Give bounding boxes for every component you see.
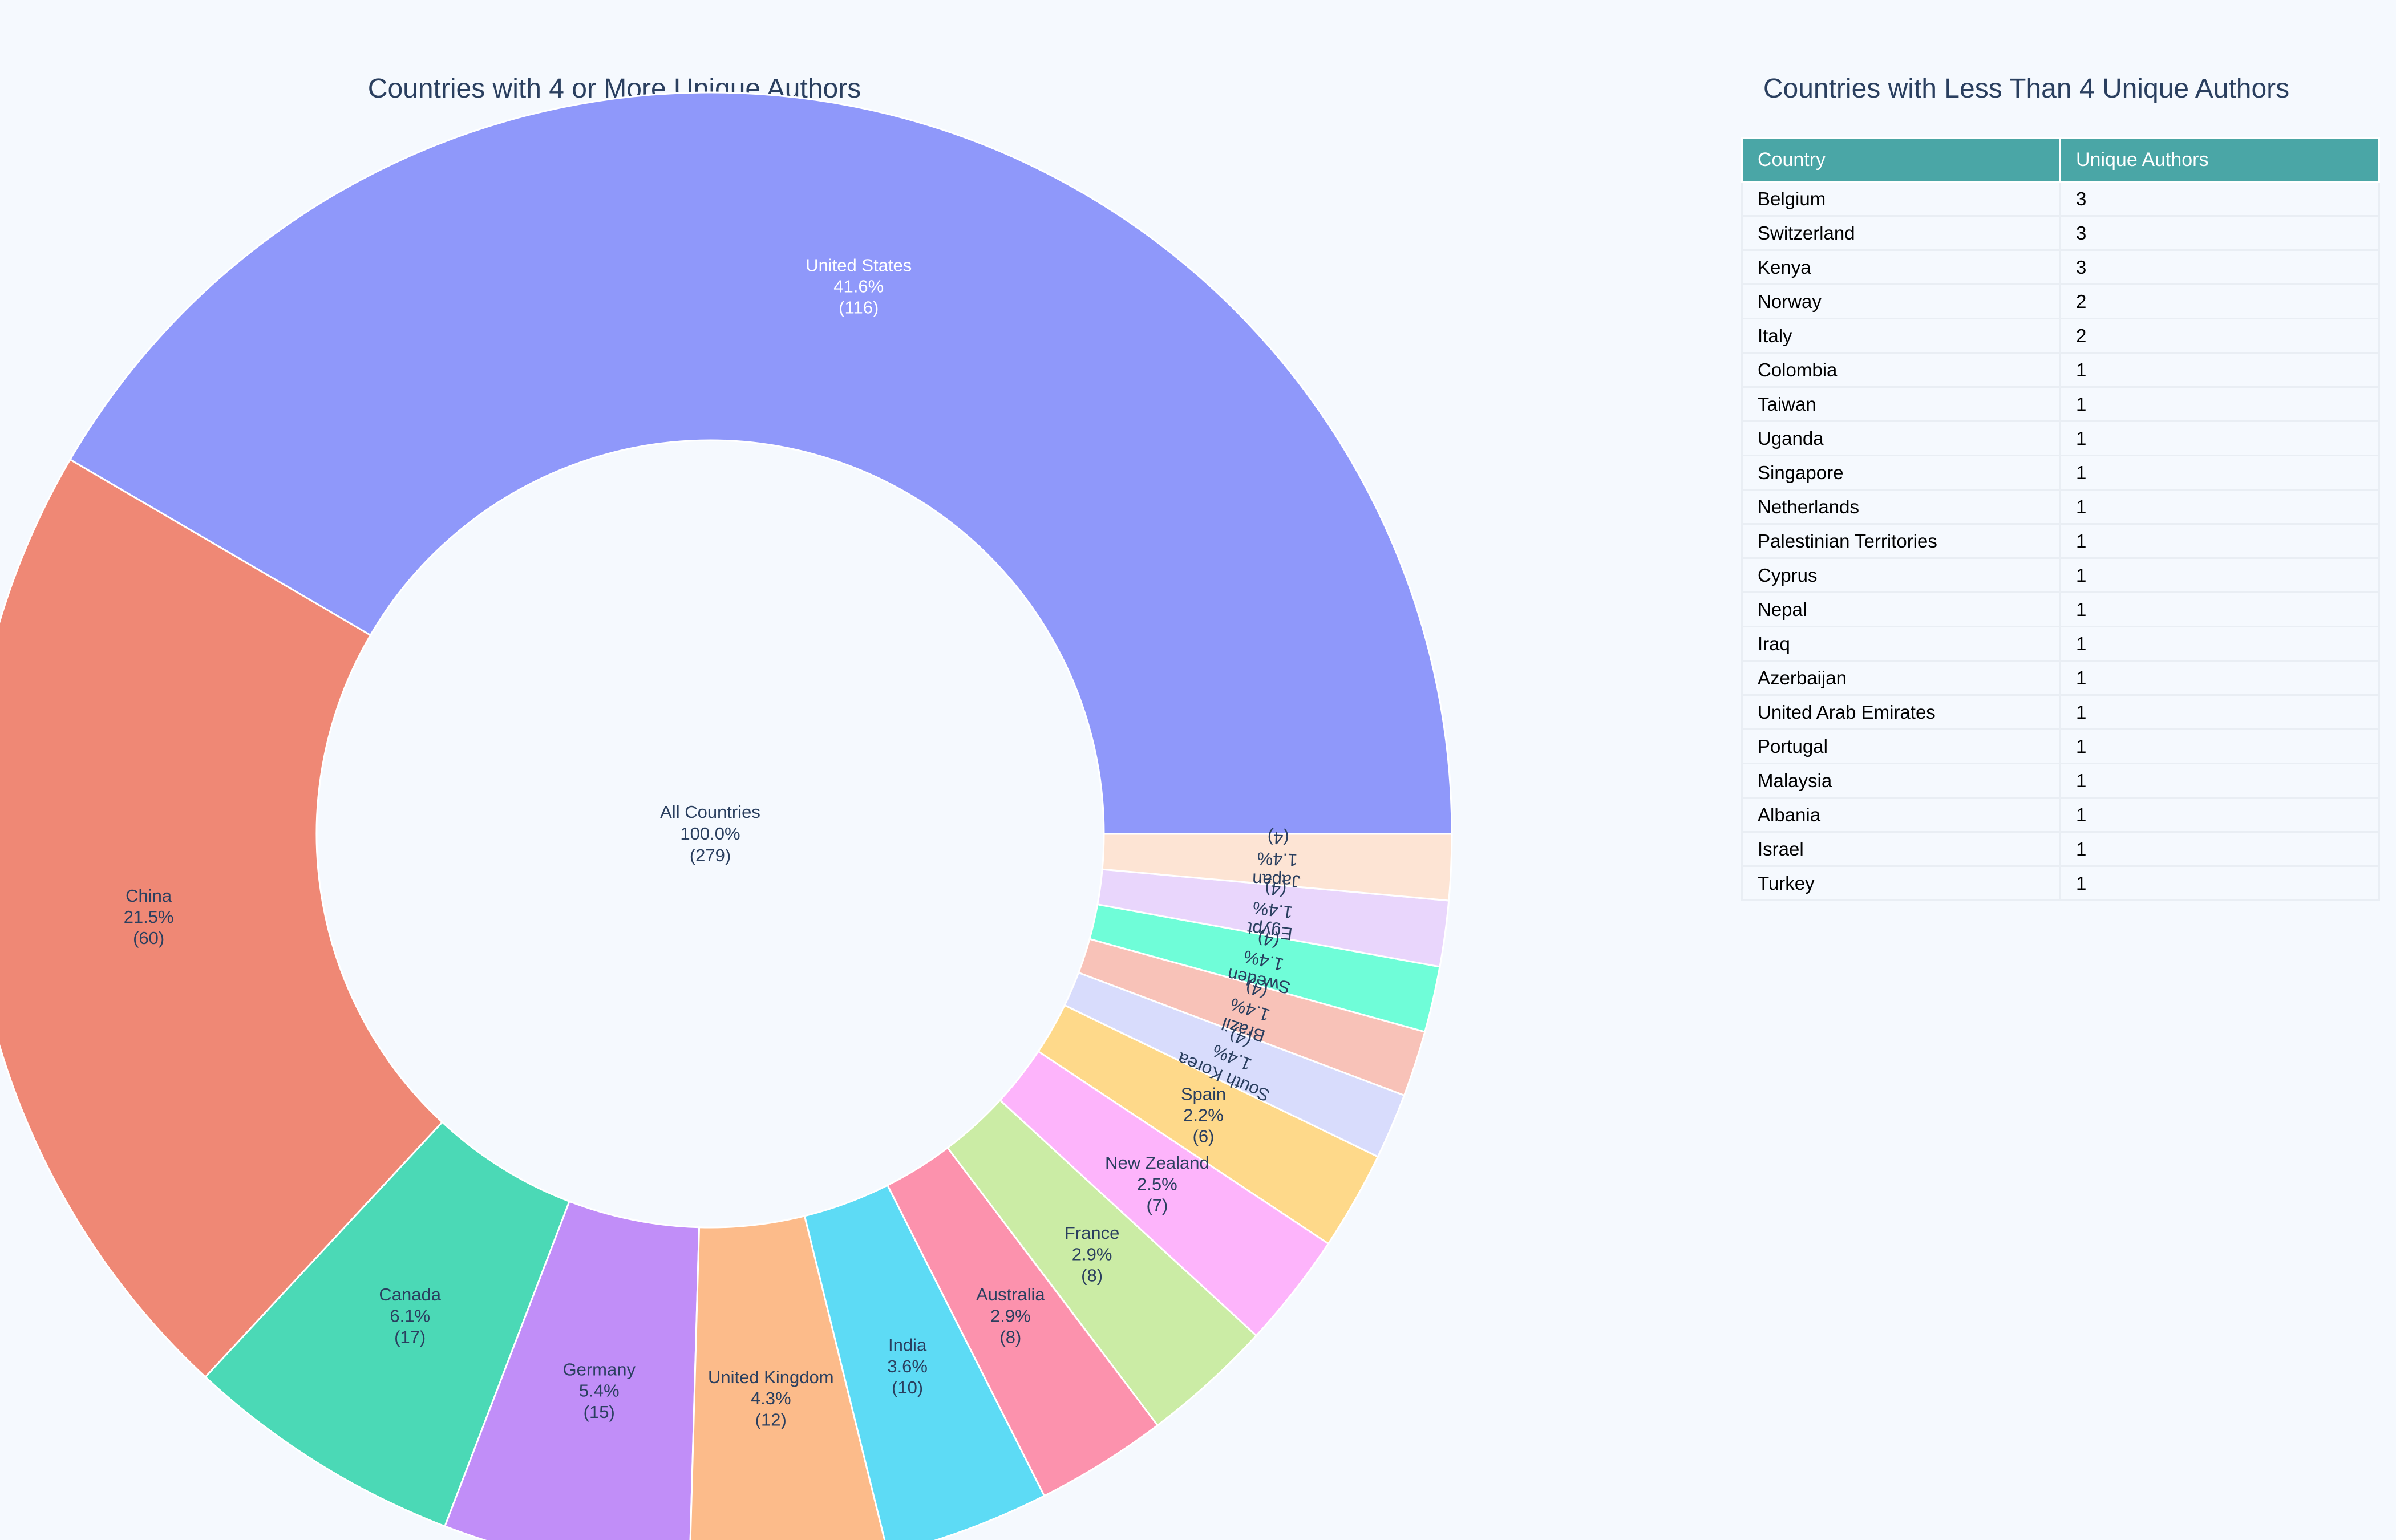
table-cell-country: Azerbaijan <box>1741 660 2061 696</box>
table-cell-unique-authors: 1 <box>2059 523 2380 559</box>
table-row: Uganda 1 <box>1741 420 2380 456</box>
sunburst-chart: United States 41.6% (116)China 21.5% (60)Can… <box>0 91 1453 1540</box>
table-row: Cyprus 1 <box>1741 557 2380 593</box>
table-row: Albania 1 <box>1741 797 2380 833</box>
table-cell-country: United Arab Emirates <box>1741 694 2061 730</box>
table-row: United Arab Emirates 1 <box>1741 694 2380 730</box>
table-cell-unique-authors: 3 <box>2059 215 2380 251</box>
table-cell-country: Taiwan <box>1741 386 2061 422</box>
table-cell-country: Turkey <box>1741 865 2061 901</box>
slice-label: India 3.6% (10) <box>887 1335 928 1397</box>
table-cell-unique-authors: 1 <box>2059 831 2380 867</box>
table-row: Turkey 1 <box>1741 865 2380 901</box>
table-row: Nepal 1 <box>1741 591 2380 627</box>
table-cell-country: Palestinian Territories <box>1741 523 2061 559</box>
table-row: Israel 1 <box>1741 831 2380 867</box>
table-row: Singapore 1 <box>1741 455 2380 491</box>
table-header-country: Country <box>1741 137 2061 183</box>
table-cell-unique-authors: 3 <box>2059 181 2380 217</box>
table-cell-unique-authors: 1 <box>2059 420 2380 456</box>
table-header-unique-authors: Unique Authors <box>2059 137 2380 183</box>
table-row: Colombia 1 <box>1741 352 2380 388</box>
table-row: Azerbaijan 1 <box>1741 660 2380 696</box>
table-cell-country: Norway <box>1741 283 2061 319</box>
table-row: Portugal 1 <box>1741 728 2380 764</box>
table-row: Netherlands 1 <box>1741 489 2380 525</box>
table-row: Malaysia 1 <box>1741 763 2380 799</box>
table-row: Iraq 1 <box>1741 626 2380 662</box>
table-cell-unique-authors: 1 <box>2059 865 2380 901</box>
figure: Countries with 4 or More Unique Authors … <box>0 0 2396 1540</box>
table-cell-country: Switzerland <box>1741 215 2061 251</box>
table-cell-country: Italy <box>1741 318 2061 354</box>
table-cell-unique-authors: 2 <box>2059 318 2380 354</box>
table-cell-unique-authors: 1 <box>2059 763 2380 799</box>
table-cell-country: Albania <box>1741 797 2061 833</box>
table-cell-country: Cyprus <box>1741 557 2061 593</box>
table-cell-unique-authors: 1 <box>2059 591 2380 627</box>
table-cell-country: Malaysia <box>1741 763 2061 799</box>
table-cell-unique-authors: 1 <box>2059 352 2380 388</box>
table-cell-unique-authors: 1 <box>2059 728 2380 764</box>
table-cell-unique-authors: 1 <box>2059 386 2380 422</box>
table-cell-unique-authors: 2 <box>2059 283 2380 319</box>
table-cell-country: Uganda <box>1741 420 2061 456</box>
table-row: Switzerland 3 <box>1741 215 2380 251</box>
table-cell-country: Portugal <box>1741 728 2061 764</box>
root-label: All Countries 100.0% (279) <box>660 802 760 865</box>
table-row: Taiwan 1 <box>1741 386 2380 422</box>
table-cell-country: Singapore <box>1741 455 2061 491</box>
table-cell-unique-authors: 1 <box>2059 626 2380 662</box>
table-cell-country: Nepal <box>1741 591 2061 627</box>
small-countries-table: Country Unique Authors Belgium 3 Switzerla… <box>1741 137 2380 901</box>
table-row: Belgium 3 <box>1741 181 2380 217</box>
small-countries-table-container: Country Unique Authors Belgium 3 Switzerla… <box>1741 137 2380 901</box>
table-row: Italy 2 <box>1741 318 2380 354</box>
table-cell-unique-authors: 1 <box>2059 660 2380 696</box>
table-header-row: Country Unique Authors <box>1741 137 2380 183</box>
table-cell-country: Netherlands <box>1741 489 2061 525</box>
table-cell-country: Iraq <box>1741 626 2061 662</box>
table-cell-country: Belgium <box>1741 181 2061 217</box>
table-cell-unique-authors: 1 <box>2059 694 2380 730</box>
table-cell-country: Israel <box>1741 831 2061 867</box>
table-row: Palestinian Territories 1 <box>1741 523 2380 559</box>
table-cell-unique-authors: 3 <box>2059 249 2380 285</box>
table-cell-country: Kenya <box>1741 249 2061 285</box>
table-row: Kenya 3 <box>1741 249 2380 285</box>
table-row: Norway 2 <box>1741 283 2380 319</box>
table-cell-unique-authors: 1 <box>2059 557 2380 593</box>
table-cell-country: Colombia <box>1741 352 2061 388</box>
table-cell-unique-authors: 1 <box>2059 489 2380 525</box>
table-title: Countries with Less Than 4 Unique Author… <box>1763 74 2290 104</box>
table-cell-unique-authors: 1 <box>2059 797 2380 833</box>
table-cell-unique-authors: 1 <box>2059 455 2380 491</box>
